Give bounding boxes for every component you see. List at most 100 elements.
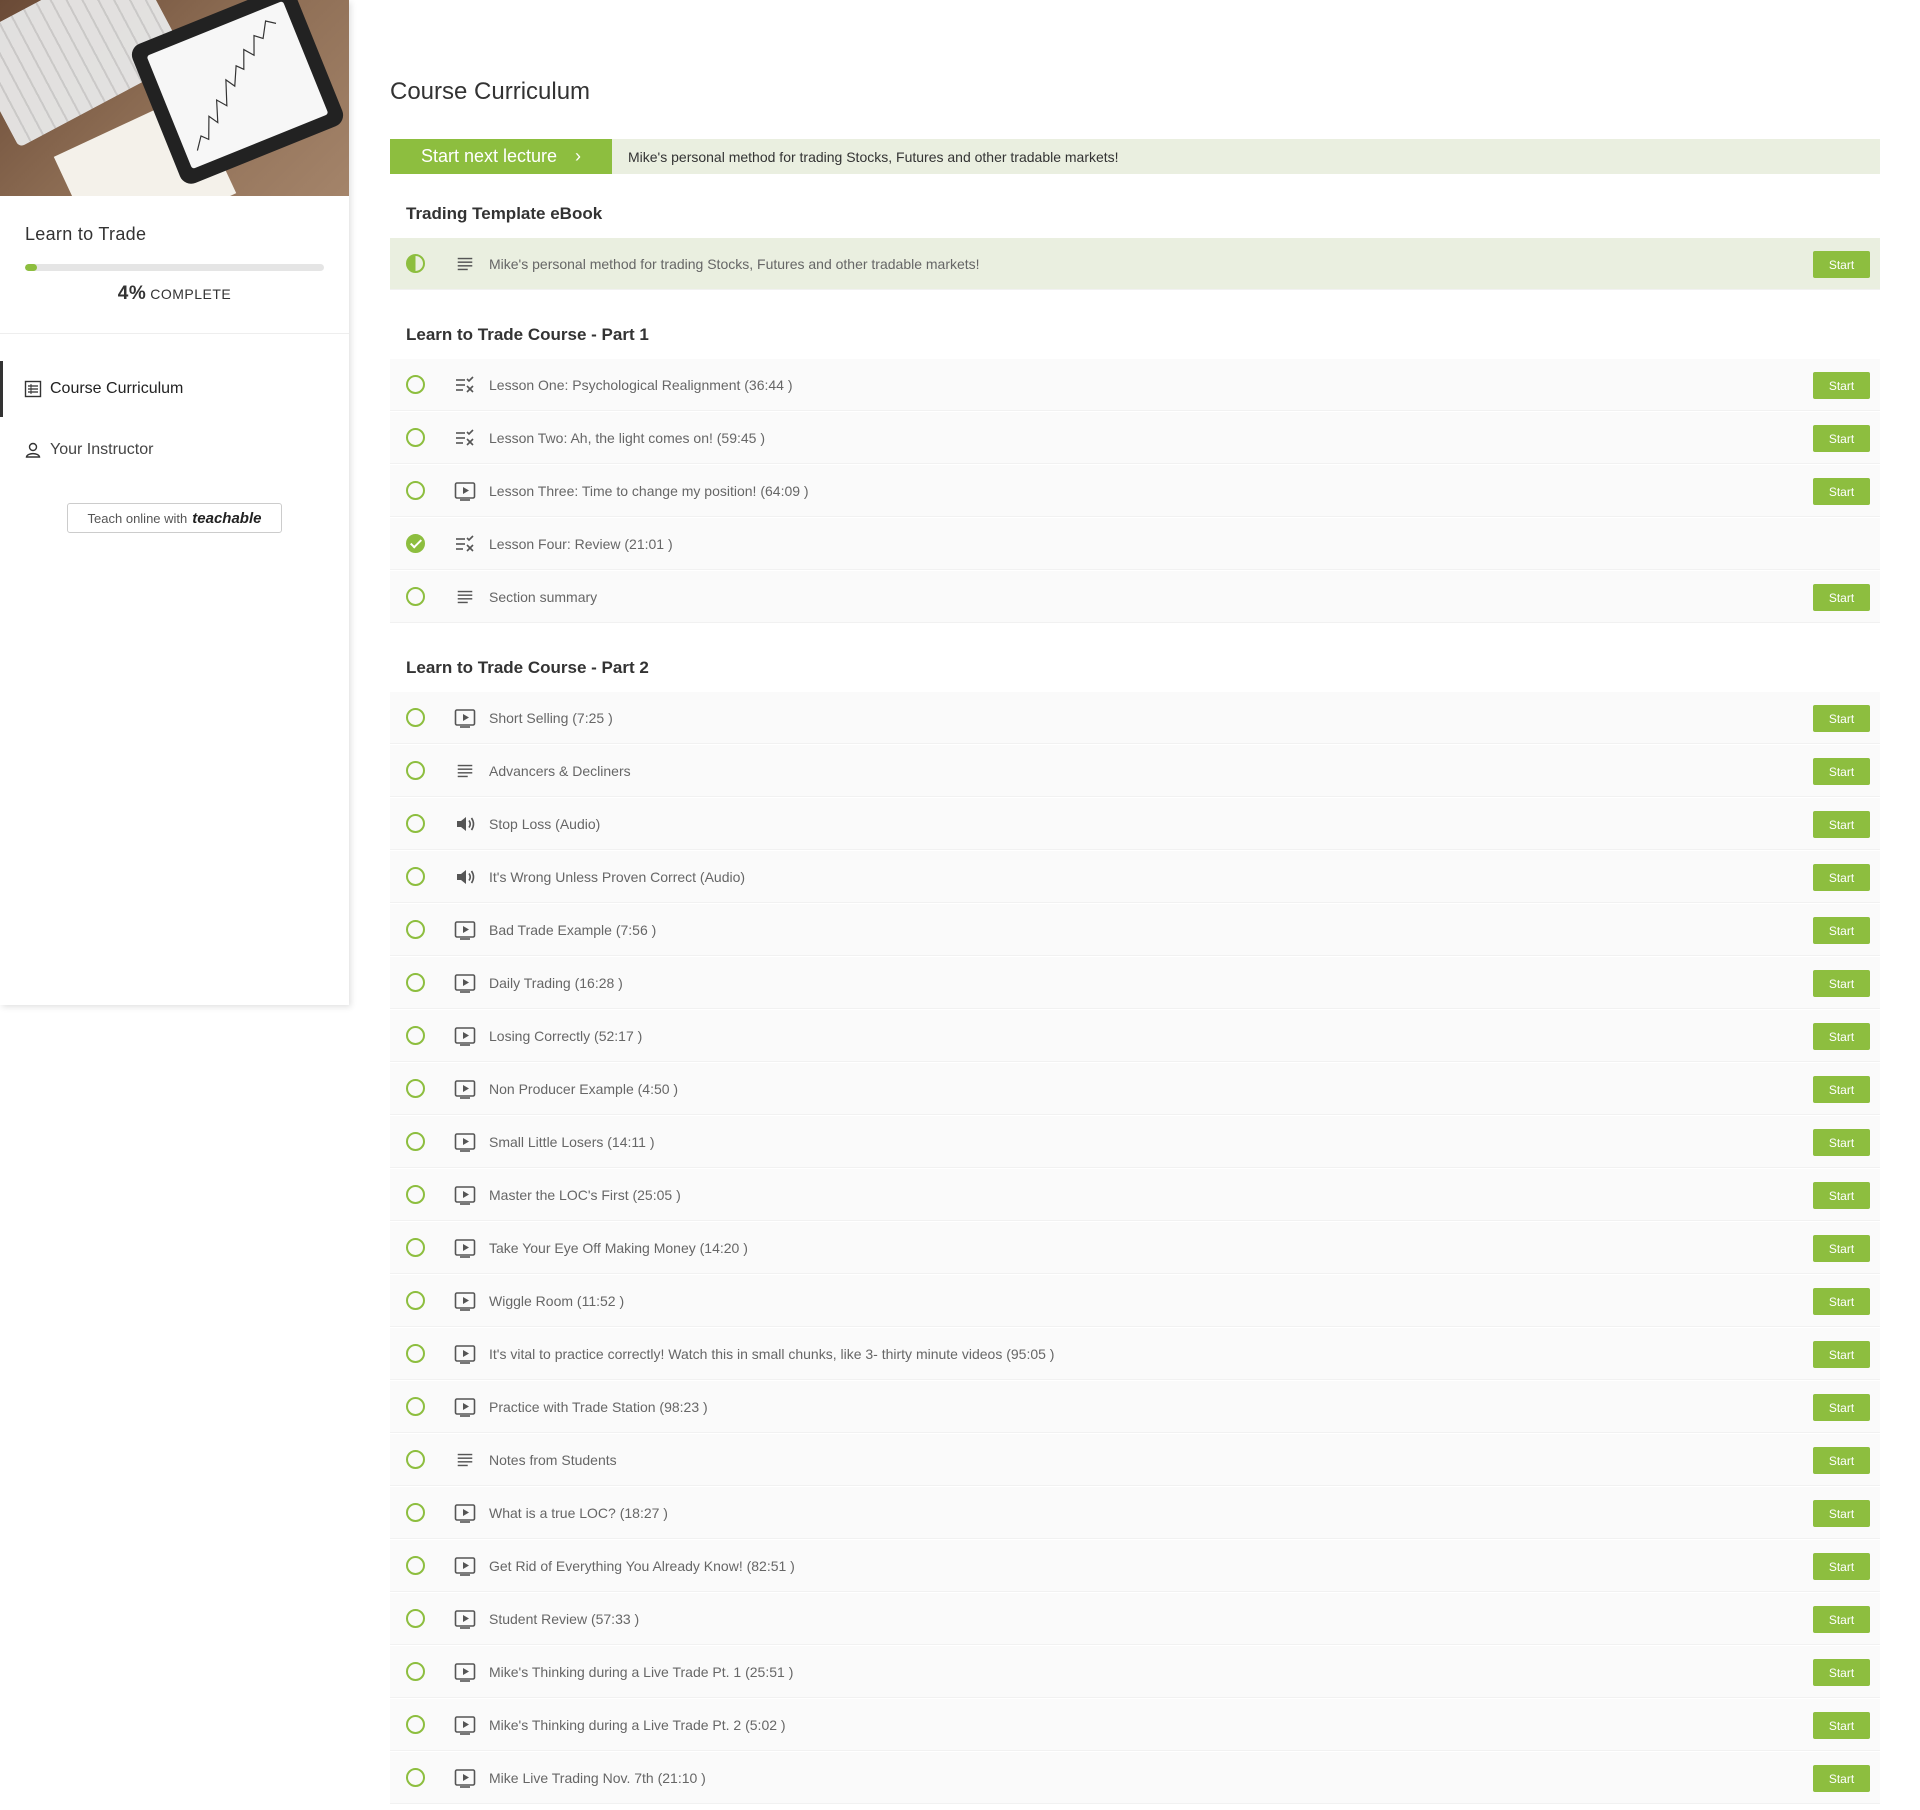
lesson-row[interactable]: Stop Loss (Audio) Start [390, 798, 1880, 850]
lesson-title: Non Producer Example (4:50 ) [489, 1080, 679, 1097]
start-lesson-button[interactable]: Start [1813, 1553, 1870, 1580]
lesson-row[interactable]: Practice with Trade Station (98:23 ) Star… [390, 1381, 1880, 1433]
lesson-title: Losing Correctly (52:17 ) [489, 1027, 643, 1044]
video-icon [454, 1290, 476, 1312]
video-icon [454, 480, 476, 502]
progress-bar-fill [25, 264, 37, 271]
lesson-row[interactable]: Lesson Four: Review (21:01 ) [390, 518, 1880, 570]
teachable-badge-link[interactable]: Teach online with teachable [67, 503, 282, 533]
video-icon [454, 1555, 476, 1577]
start-lesson-button[interactable]: Start [1813, 1288, 1870, 1315]
quiz-icon [454, 533, 476, 555]
lesson-title: Stop Loss (Audio) [489, 815, 601, 832]
list-icon [24, 380, 42, 398]
lesson-row[interactable]: Mike's Thinking during a Live Trade Pt. … [390, 1699, 1880, 1751]
lesson-row[interactable]: It's Wrong Unless Proven Correct (Audio)… [390, 851, 1880, 903]
lesson-title: It's Wrong Unless Proven Correct (Audio) [489, 868, 746, 885]
start-lesson-button[interactable]: Start [1813, 1341, 1870, 1368]
start-next-lecture-button[interactable]: Start next lecture › [390, 139, 612, 174]
lesson-row[interactable]: Lesson Three: Time to change my position… [390, 465, 1880, 517]
next-lecture-bar: Start next lecture › Mike's personal met… [390, 139, 1880, 174]
section-title: Trading Template eBook [406, 204, 603, 223]
lesson-row[interactable]: Lesson Two: Ah, the light comes on! (59:… [390, 412, 1880, 464]
video-icon [454, 1767, 476, 1789]
start-lesson-button[interactable]: Start [1813, 1023, 1870, 1050]
start-lesson-button[interactable]: Start [1813, 584, 1870, 611]
start-lesson-button[interactable]: Start [1813, 1500, 1870, 1527]
lesson-row[interactable]: It's vital to practice correctly! Watch … [390, 1328, 1880, 1380]
incomplete-status-icon [406, 1185, 425, 1204]
lesson-row[interactable]: Get Rid of Everything You Already Know! … [390, 1540, 1880, 1592]
video-icon [454, 1502, 476, 1524]
lesson-row[interactable]: Wiggle Room (11:52 ) Start [390, 1275, 1880, 1327]
lesson-title: What is a true LOC? (18:27 ) [489, 1504, 668, 1521]
in-progress-status-icon [406, 254, 425, 273]
video-icon [454, 1343, 476, 1365]
lesson-row[interactable]: Non Producer Example (4:50 ) Start [390, 1063, 1880, 1115]
start-lesson-button[interactable]: Start [1813, 1712, 1870, 1739]
sidebar-item-course-curriculum[interactable]: Course Curriculum [0, 361, 349, 417]
lesson-row[interactable]: Mike Live Trading Nov. 7th (21:10 ) Start [390, 1752, 1880, 1804]
sidebar-divider [0, 333, 349, 334]
start-lesson-button[interactable]: Start [1813, 425, 1870, 452]
lesson-row[interactable]: Student Review (57:33 ) Start [390, 1593, 1880, 1645]
lesson-row[interactable]: Lesson One: Psychological Realignment (3… [390, 359, 1880, 411]
start-lesson-button[interactable]: Start [1813, 251, 1870, 278]
start-lesson-button[interactable]: Start [1813, 705, 1870, 732]
start-lesson-button[interactable]: Start [1813, 1235, 1870, 1262]
incomplete-status-icon [406, 375, 425, 394]
lesson-row[interactable]: Notes from Students Start [390, 1434, 1880, 1486]
video-icon [454, 1608, 476, 1630]
video-icon [454, 1078, 476, 1100]
course-title: Learn to Trade [25, 224, 147, 244]
lesson-title: Mike's personal method for trading Stock… [489, 255, 980, 272]
incomplete-status-icon [406, 920, 425, 939]
incomplete-status-icon [406, 1450, 425, 1469]
start-lesson-button[interactable]: Start [1813, 1076, 1870, 1103]
lesson-row[interactable]: What is a true LOC? (18:27 ) Start [390, 1487, 1880, 1539]
lesson-row[interactable]: Mike's Thinking during a Live Trade Pt. … [390, 1646, 1880, 1698]
incomplete-status-icon [406, 1556, 425, 1575]
lesson-title: Small Little Losers (14:11 ) [489, 1133, 655, 1150]
lesson-title: Lesson Two: Ah, the light comes on! (59:… [489, 429, 766, 446]
video-icon [454, 1237, 476, 1259]
lesson-row[interactable]: Small Little Losers (14:11 ) Start [390, 1116, 1880, 1168]
lesson-row[interactable]: Master the LOC's First (25:05 ) Start [390, 1169, 1880, 1221]
text-lines-icon [454, 760, 476, 782]
lesson-row[interactable]: Mike's personal method for trading Stock… [390, 238, 1880, 290]
start-lesson-button[interactable]: Start [1813, 372, 1870, 399]
start-lesson-button[interactable]: Start [1813, 478, 1870, 505]
lesson-row[interactable]: Advancers & Decliners Start [390, 745, 1880, 797]
lesson-row[interactable]: Short Selling (7:25 ) Start [390, 692, 1880, 744]
video-icon [454, 1661, 476, 1683]
lesson-row[interactable]: Daily Trading (16:28 ) Start [390, 957, 1880, 1009]
lesson-row[interactable]: Section summary Start [390, 571, 1880, 623]
lesson-row[interactable]: Bad Trade Example (7:56 ) Start [390, 904, 1880, 956]
incomplete-status-icon [406, 428, 425, 447]
start-lesson-button[interactable]: Start [1813, 917, 1870, 944]
start-lesson-button[interactable]: Start [1813, 1447, 1870, 1474]
lesson-row[interactable]: Losing Correctly (52:17 ) Start [390, 1010, 1880, 1062]
start-lesson-button[interactable]: Start [1813, 864, 1870, 891]
start-lesson-button[interactable]: Start [1813, 1394, 1870, 1421]
sidebar: Learn to Trade 4% COMPLETE Course Curricu… [0, 0, 349, 1005]
text-lines-icon [454, 586, 476, 608]
start-lesson-button[interactable]: Start [1813, 1129, 1870, 1156]
video-icon [454, 1184, 476, 1206]
lesson-row[interactable]: Take Your Eye Off Making Money (14:20 ) S… [390, 1222, 1880, 1274]
start-lesson-button[interactable]: Start [1813, 1765, 1870, 1792]
start-lesson-button[interactable]: Start [1813, 811, 1870, 838]
completed-check-icon [406, 534, 425, 553]
section-title: Learn to Trade Course - Part 2 [406, 658, 649, 677]
start-lesson-button[interactable]: Start [1813, 1606, 1870, 1633]
lesson-title: Wiggle Room (11:52 ) [489, 1292, 625, 1309]
start-lesson-button[interactable]: Start [1813, 758, 1870, 785]
sidebar-item-your-instructor[interactable]: Your Instructor [0, 422, 349, 478]
lesson-title: Bad Trade Example (7:56 ) [489, 921, 657, 938]
sidebar-item-label: Course Curriculum [50, 380, 184, 397]
start-lesson-button[interactable]: Start [1813, 1659, 1870, 1686]
start-lesson-button[interactable]: Start [1813, 1182, 1870, 1209]
incomplete-status-icon [406, 708, 425, 727]
incomplete-status-icon [406, 867, 425, 886]
start-lesson-button[interactable]: Start [1813, 970, 1870, 997]
